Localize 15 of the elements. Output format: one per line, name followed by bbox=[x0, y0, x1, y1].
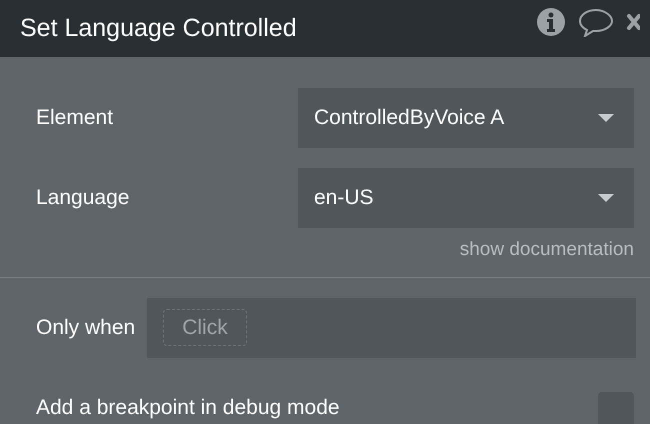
info-icon[interactable] bbox=[536, 7, 566, 37]
dropdown[interactable]: en-US bbox=[298, 168, 634, 228]
caret-icon bbox=[598, 114, 614, 122]
documentation-link[interactable]: show documentation bbox=[460, 236, 634, 264]
click-placeholder[interactable]: Click bbox=[163, 308, 247, 346]
speech-bubble-icon[interactable] bbox=[578, 7, 614, 37]
condition-field[interactable]: Click bbox=[147, 298, 636, 358]
condition-label: Only when bbox=[36, 314, 136, 341]
breakpoint-label: Add a breakpoint in debug mode bbox=[36, 394, 340, 420]
field-label: Language bbox=[36, 185, 130, 212]
panel-title: Set Language Controlled bbox=[20, 12, 297, 44]
field-label: Element bbox=[36, 105, 114, 132]
dropdown[interactable]: ControlledByVoice A bbox=[298, 88, 634, 148]
caret-icon bbox=[598, 194, 614, 202]
close-icon[interactable] bbox=[626, 12, 640, 32]
